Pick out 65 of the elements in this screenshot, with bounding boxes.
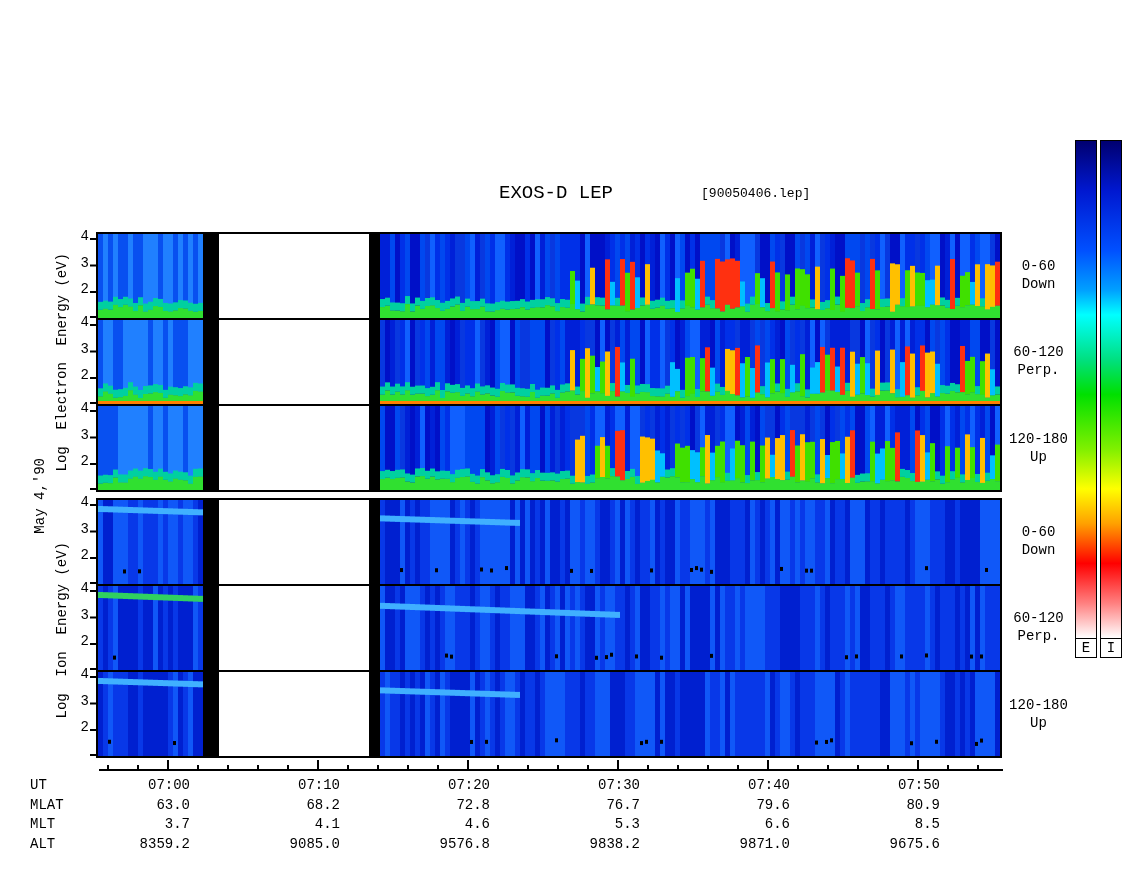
- table-value: 07:40: [747, 776, 790, 795]
- table-value: 76.7: [605, 795, 640, 815]
- tick-label: 4: [80, 666, 89, 682]
- pitch-angle-label: 0-60: [1021, 257, 1056, 275]
- tick-label: 4: [80, 228, 89, 244]
- date-label: May 4,'90: [32, 458, 49, 534]
- tick-label: 3: [80, 520, 89, 537]
- direction-label: Up: [1030, 714, 1047, 732]
- axis-label: Log Ion Energy (eV): [54, 541, 71, 719]
- table-value: 5.3: [613, 815, 640, 834]
- color-scale-label: I: [1100, 638, 1122, 658]
- pitch-angle-label: 0-60: [1021, 523, 1056, 541]
- table-value: 79.6: [755, 795, 790, 815]
- tick-label: 3: [80, 692, 89, 709]
- table-value: 80.9: [905, 795, 940, 815]
- table-value: 9085.0: [288, 834, 340, 854]
- table-value: 9675.6: [888, 834, 940, 854]
- table-value: 07:50: [897, 776, 940, 795]
- row-label: UT: [30, 776, 48, 795]
- file-name: [90050406.lep]: [701, 186, 811, 203]
- tick-label: 2: [80, 367, 89, 383]
- table-value: 8.5: [913, 815, 940, 834]
- tick-label: 3: [80, 426, 89, 443]
- direction-label: Down: [1021, 541, 1056, 559]
- tick-label: 2: [80, 453, 89, 469]
- tick-label: 4: [80, 580, 89, 596]
- plot-title: EXOS-D LEP: [499, 182, 614, 204]
- tick-label: 2: [80, 281, 89, 297]
- table-value: 07:30: [597, 776, 640, 795]
- tick-label: 2: [80, 633, 89, 649]
- pitch-angle-label: 60-120: [1013, 609, 1064, 627]
- direction-label: Up: [1030, 448, 1047, 466]
- table-value: 63.0: [155, 795, 190, 815]
- direction-label: Down: [1021, 275, 1056, 293]
- table-value: 9838.2: [588, 834, 640, 854]
- table-value: 07:00: [147, 776, 190, 795]
- tick-label: 4: [80, 314, 89, 330]
- table-value: 4.6: [463, 815, 490, 834]
- table-value: 07:20: [447, 776, 490, 795]
- table-value: 07:10: [297, 776, 340, 795]
- table-value: 9576.8: [438, 834, 490, 854]
- table-value: 4.1: [313, 815, 340, 834]
- table-value: 68.2: [305, 795, 340, 815]
- tick-label: 3: [80, 340, 89, 357]
- tick-label: 3: [80, 606, 89, 623]
- tick-label: 2: [80, 547, 89, 563]
- tick-label: 2: [80, 719, 89, 735]
- table-value: 72.8: [455, 795, 490, 815]
- tick-label: 4: [80, 494, 89, 510]
- tick-label: 4: [80, 400, 89, 416]
- pitch-angle-label: 120-180: [1009, 430, 1068, 448]
- direction-label: Perp.: [1017, 361, 1060, 379]
- table-value: 3.7: [163, 815, 190, 834]
- table-value: 9871.0: [738, 834, 790, 854]
- direction-label: Perp.: [1017, 627, 1060, 645]
- row-label: ALT: [30, 834, 57, 854]
- row-label: MLAT: [30, 795, 65, 815]
- axis-label: Log Electron Energy (eV): [54, 252, 71, 472]
- table-value: 8359.2: [138, 834, 190, 854]
- pitch-angle-label: 120-180: [1009, 696, 1068, 714]
- pitch-angle-label: 60-120: [1013, 343, 1064, 361]
- table-value: 6.6: [763, 815, 790, 834]
- tick-label: 3: [80, 254, 89, 271]
- row-label: MLT: [30, 815, 57, 834]
- color-scale-label: E: [1075, 638, 1097, 658]
